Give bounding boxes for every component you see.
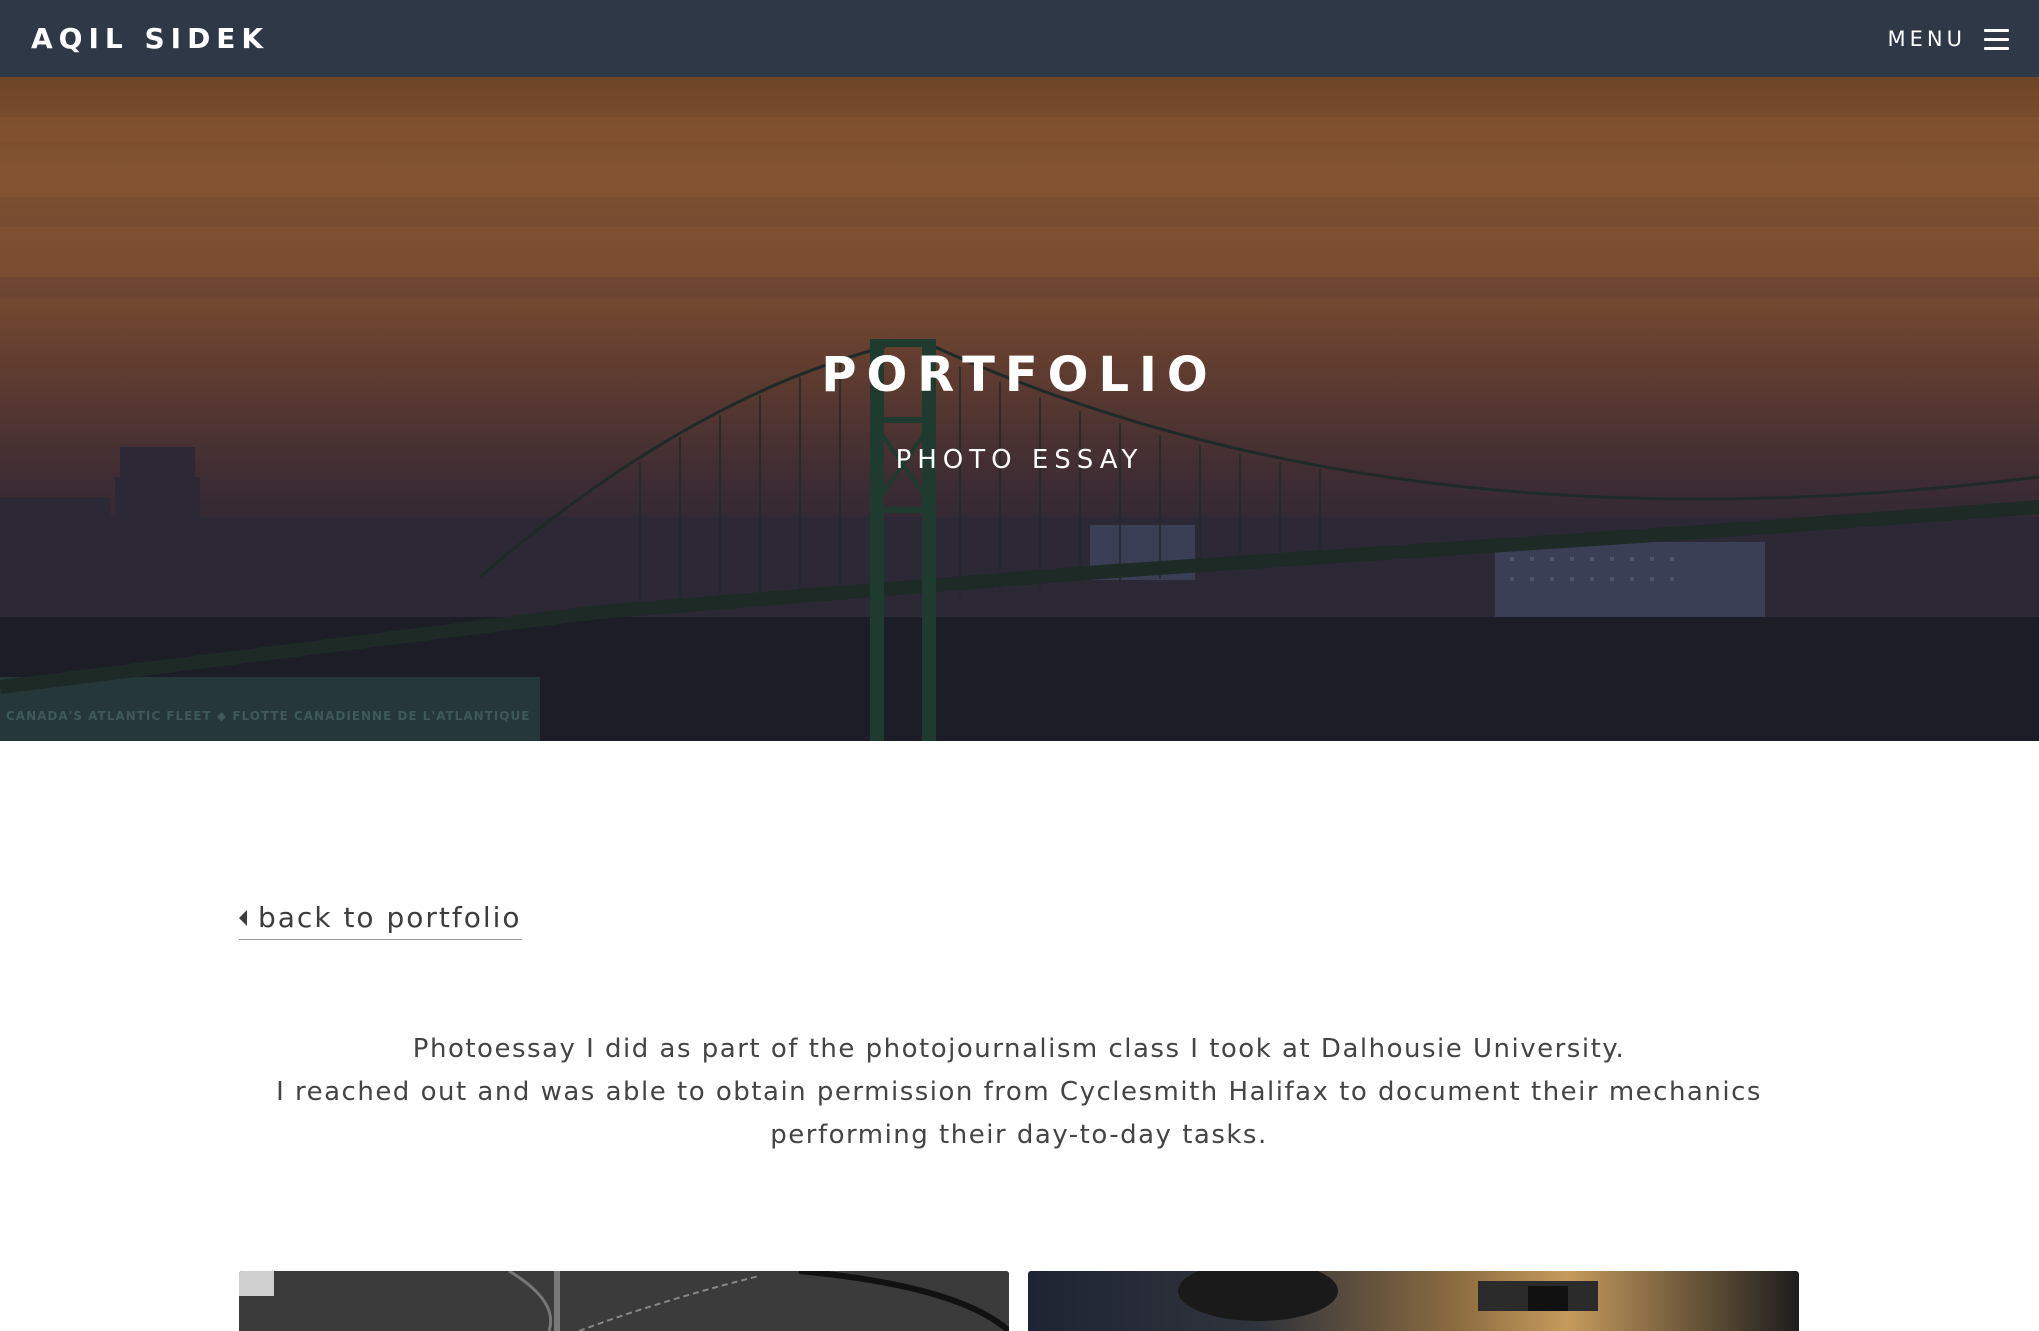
bridge-skyline-illustration: CANADA'S ATLANTIC FLEET ◆ FLOTTE CANADIE… bbox=[0, 117, 2039, 741]
photo-thumbnail-2[interactable] bbox=[1028, 1271, 1799, 1331]
intro-text: Photoessay I did as part of the photojou… bbox=[239, 1028, 1799, 1157]
intro-line-1: Photoessay I did as part of the photojou… bbox=[412, 1034, 1626, 1064]
site-brand[interactable]: AQIL SIDEK bbox=[31, 22, 269, 55]
hamburger-menu-icon bbox=[1984, 28, 2009, 50]
hero-banner: CANADA'S ATLANTIC FLEET ◆ FLOTTE CANADIE… bbox=[0, 77, 2039, 741]
page-title: PORTFOLIO bbox=[821, 347, 1218, 403]
workshop-photo-graphic bbox=[1178, 1271, 1598, 1321]
back-link-label: back to portfolio bbox=[258, 901, 522, 934]
back-to-portfolio-link[interactable]: back to portfolio bbox=[239, 900, 522, 940]
bicycle-photo-graphic bbox=[239, 1271, 1009, 1331]
page-subtitle: PHOTO ESSAY bbox=[895, 445, 1144, 475]
photo-thumbnail-1[interactable] bbox=[239, 1271, 1009, 1331]
hero-sign-text: CANADA'S ATLANTIC FLEET ◆ FLOTTE CANADIE… bbox=[6, 709, 530, 723]
intro-line-2: I reached out and was able to obtain per… bbox=[276, 1077, 1762, 1150]
menu-label: MENU bbox=[1887, 26, 1966, 51]
top-navbar: AQIL SIDEK MENU bbox=[0, 0, 2039, 77]
caret-left-icon bbox=[239, 909, 247, 926]
menu-button[interactable]: MENU bbox=[1888, 27, 2009, 51]
